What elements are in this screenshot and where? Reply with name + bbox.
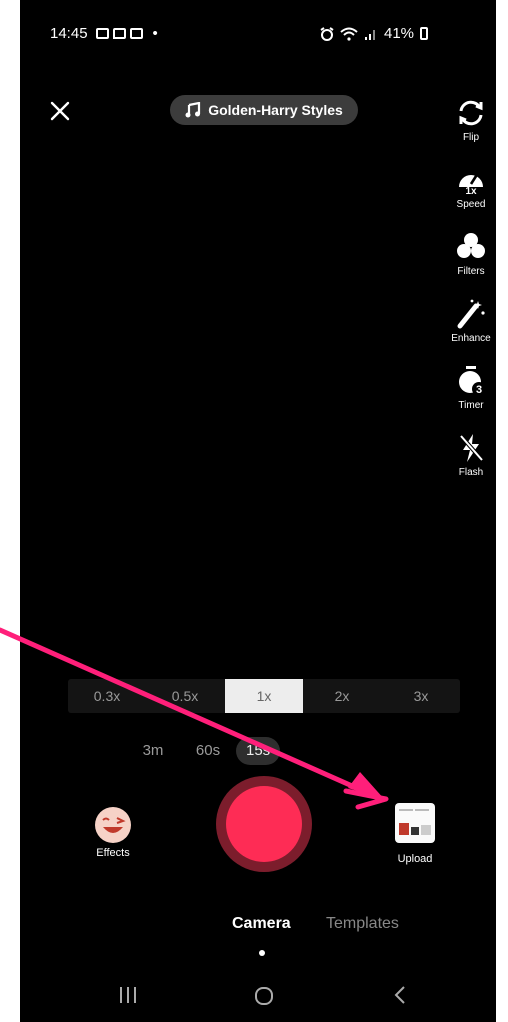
annotation-arrow-icon	[0, 627, 389, 810]
